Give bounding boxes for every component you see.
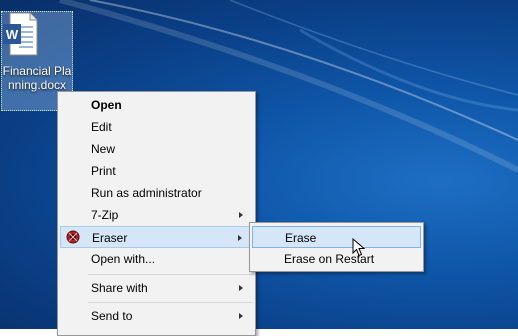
submenu-arrow-icon: [239, 212, 243, 218]
submenu-item-erase[interactable]: Erase: [252, 226, 421, 248]
menu-item-run-as-admin[interactable]: Run as administrator: [60, 182, 253, 204]
menu-item-label: Share with: [91, 281, 148, 295]
eraser-submenu: Erase Erase on Restart: [249, 222, 424, 272]
mouse-pointer-icon: [352, 238, 366, 257]
menu-item-label: Open: [91, 98, 122, 112]
svg-text:W: W: [6, 27, 19, 42]
menu-item-label: New: [91, 142, 116, 156]
menu-item-label: 7-Zip: [91, 208, 119, 222]
menu-item-open-with[interactable]: Open with...: [60, 248, 253, 270]
submenu-arrow-icon: [239, 313, 243, 319]
menu-item-label: Print: [91, 164, 116, 178]
menu-separator: [88, 302, 253, 303]
submenu-arrow-icon: [238, 235, 242, 241]
context-menu: Open Edit New Print Run as administrator…: [57, 91, 256, 336]
menu-item-share-with[interactable]: Share with: [60, 277, 253, 299]
menu-separator: [88, 274, 253, 275]
menu-item-open[interactable]: Open: [60, 94, 253, 116]
desktop-file-label: Financial Planning.docx: [2, 64, 72, 92]
word-document-icon: W: [3, 12, 38, 56]
menu-item-print[interactable]: Print: [60, 160, 253, 182]
menu-item-edit[interactable]: Edit: [60, 116, 253, 138]
menu-item-send-to[interactable]: Send to: [60, 305, 253, 327]
menu-item-label: Edit: [91, 120, 112, 134]
menu-item-7zip[interactable]: 7-Zip: [60, 204, 253, 226]
menu-item-label: Run as administrator: [91, 186, 202, 200]
submenu-item-erase-on-restart[interactable]: Erase on Restart: [252, 248, 421, 270]
submenu-item-label: Erase: [285, 231, 317, 245]
submenu-arrow-icon: [239, 285, 243, 291]
eraser-icon: [66, 230, 80, 244]
menu-item-label: Eraser: [92, 231, 128, 245]
menu-item-label: Send to: [91, 309, 133, 323]
menu-item-label: Open with...: [91, 252, 156, 266]
menu-item-eraser[interactable]: Eraser: [60, 226, 253, 248]
menu-item-new[interactable]: New: [60, 138, 253, 160]
